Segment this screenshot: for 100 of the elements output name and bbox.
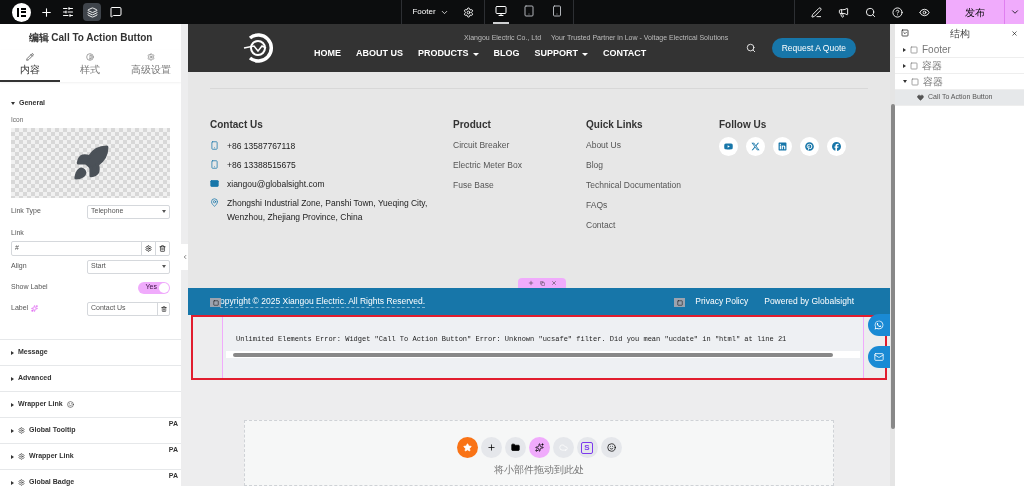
- sparkle-icon: [534, 443, 544, 452]
- footer-link[interactable]: Privacy Policy: [695, 295, 749, 308]
- chevron-icon: [181, 254, 188, 260]
- footer-link[interactable]: Contact: [586, 219, 719, 232]
- panel-tab[interactable]: 样式: [60, 50, 121, 82]
- megaphone-icon[interactable]: [838, 6, 849, 18]
- quote-button[interactable]: Request A Quote: [771, 38, 856, 58]
- panel-tab[interactable]: 高级设置: [120, 50, 181, 82]
- horizontal-scrollbar[interactable]: [226, 351, 860, 358]
- mail-button[interactable]: [868, 346, 890, 368]
- navigator-item[interactable]: 容器: [895, 58, 1024, 74]
- footer-link[interactable]: Technical Documentation: [586, 179, 719, 192]
- sparkle-button[interactable]: [528, 437, 550, 458]
- nav-link[interactable]: CONTACT: [603, 47, 647, 61]
- contact-text: Zhongshi Industrial Zone, Panshi Town, Yueqing City, Wenzhou, Zhejiang Province, China: [227, 197, 429, 224]
- copyright-text: opyright © 2025 Xiangou Electric. All Rights Reserved.: [220, 294, 426, 309]
- phone-icon: [550, 5, 563, 17]
- comment-icon[interactable]: [110, 6, 122, 18]
- folder-button[interactable]: [504, 437, 526, 458]
- caret-icon: [582, 52, 589, 56]
- logo-icon[interactable]: [12, 2, 31, 22]
- phone-icon: [210, 141, 219, 150]
- star-icon: [462, 443, 472, 452]
- caret-icon: [903, 47, 906, 52]
- face-button[interactable]: [600, 437, 622, 458]
- nav-link[interactable]: ABOUT US: [356, 47, 403, 61]
- layers-button[interactable]: [83, 3, 101, 21]
- caret-icon: [11, 454, 14, 459]
- drop-hint: 将小部件拖动到此处: [494, 463, 584, 477]
- preview-icon[interactable]: [919, 6, 930, 18]
- panel-toggle[interactable]: [181, 244, 188, 270]
- play-icon: [724, 142, 733, 151]
- search-icon[interactable]: [745, 43, 756, 53]
- icon-preview[interactable]: [11, 128, 170, 198]
- contrast-icon: [86, 53, 95, 61]
- gear-icon: [146, 53, 155, 61]
- pen-icon[interactable]: [811, 6, 822, 18]
- add-icon[interactable]: [40, 5, 53, 19]
- social-button[interactable]: [719, 137, 738, 156]
- footer-link[interactable]: About Us: [586, 139, 719, 152]
- pencil-icon: [26, 53, 35, 61]
- collapse-icon[interactable]: [901, 29, 909, 37]
- nav-link[interactable]: BLOG: [493, 47, 520, 61]
- rocket-icon: [71, 144, 110, 182]
- sliders-icon[interactable]: [62, 6, 74, 18]
- column-heading: Follow Us: [719, 118, 768, 131]
- navigator-item[interactable]: 容器: [895, 74, 1024, 90]
- star-button[interactable]: [456, 437, 478, 458]
- footer-link[interactable]: Powered by Globalsight: [764, 295, 854, 308]
- in-icon: [778, 142, 787, 151]
- heart-icon: [917, 94, 924, 101]
- nav-link[interactable]: SUPPORT: [534, 47, 589, 61]
- footer-link[interactable]: Blog: [586, 159, 719, 172]
- footer-link[interactable]: Circuit Breaker: [453, 139, 586, 152]
- chat-button[interactable]: [868, 314, 890, 336]
- tablet-icon: [522, 5, 535, 17]
- caret-icon: [162, 210, 166, 213]
- layers-icon: [86, 6, 98, 18]
- caret-icon: [903, 80, 907, 83]
- footer-link[interactable]: Electric Meter Box: [453, 159, 586, 172]
- caret-icon: [11, 402, 14, 407]
- chevron-icon: [1009, 7, 1020, 17]
- plus-icon: [486, 443, 496, 452]
- social-button[interactable]: [773, 137, 792, 156]
- column-heading: Contact Us: [210, 118, 264, 131]
- logo-drawing: [242, 32, 274, 64]
- vertical-scrollbar[interactable]: [890, 24, 895, 486]
- social-button[interactable]: [827, 137, 846, 156]
- caret-icon: [472, 52, 479, 56]
- location-icon: [210, 198, 219, 207]
- face-icon: [606, 443, 616, 452]
- s-button[interactable]: S: [576, 437, 598, 458]
- social-button[interactable]: [800, 137, 819, 156]
- panel-title: 编辑 Call To Action Button: [27, 30, 154, 45]
- phone-icon: [210, 160, 219, 169]
- p-icon: [805, 142, 814, 151]
- navigator-title: 结构: [950, 26, 970, 41]
- close-icon[interactable]: [1011, 29, 1018, 37]
- contact-text: +86 13587767118: [227, 140, 297, 153]
- caret-icon: [11, 350, 14, 355]
- mail-icon: [874, 352, 884, 362]
- caret-icon: [11, 480, 14, 485]
- footer-link[interactable]: Fuse Base: [453, 179, 586, 192]
- social-button[interactable]: [746, 137, 765, 156]
- nav-link[interactable]: HOME: [314, 47, 341, 61]
- publish-button[interactable]: 发布: [946, 0, 1004, 24]
- search-icon[interactable]: [865, 6, 876, 18]
- x-icon: [751, 142, 760, 151]
- folder-icon: [510, 443, 520, 452]
- gear-icon: [18, 427, 25, 434]
- document-selector[interactable]: Footer: [412, 6, 449, 18]
- chat-icon: [874, 320, 884, 330]
- navigator-item[interactable]: Footer: [895, 42, 1024, 58]
- help-icon[interactable]: [892, 6, 903, 18]
- column-heading: Quick Links: [586, 118, 644, 131]
- footer-link[interactable]: FAQs: [586, 199, 719, 212]
- panel-tab[interactable]: 内容: [0, 50, 61, 82]
- nav-link[interactable]: PRODUCTS: [418, 47, 479, 61]
- monitor-icon: [494, 5, 507, 17]
- contact-text: +86 13388515675: [227, 159, 297, 172]
